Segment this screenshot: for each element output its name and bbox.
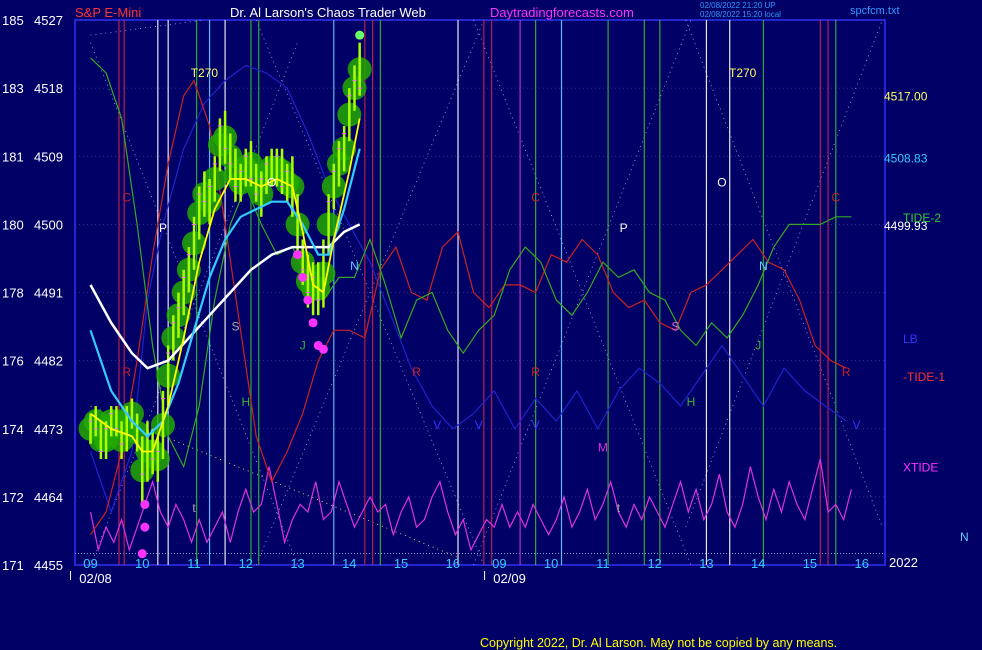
event-marker: C xyxy=(531,191,540,205)
pivot-dot xyxy=(140,499,150,509)
y-tick-label-right: 4455 xyxy=(34,558,63,573)
y-tick-label-left: 172 xyxy=(2,490,24,505)
x-tick-label: 15 xyxy=(394,556,408,571)
event-marker: J xyxy=(755,338,761,352)
timestamp-utc: 02/08/2022 21:20 UP xyxy=(700,1,776,10)
y-tick-label-left: 174 xyxy=(2,422,24,437)
y-tick-label-left: 183 xyxy=(2,81,24,96)
channel-line xyxy=(685,19,883,528)
series-label: LB xyxy=(903,332,918,346)
event-marker: J xyxy=(300,338,306,352)
event-marker: t xyxy=(617,501,621,515)
price-level-label: 4517.00 xyxy=(884,90,928,104)
price-chart: 185 4527 183 4518 181 4509 180 4500 178 4491 176 44… xyxy=(2,13,945,586)
y-tick-label-left: 185 xyxy=(2,13,24,28)
x-tick-label: 16 xyxy=(854,556,868,571)
timestamp-local: 02/08/2022 15:20 local xyxy=(700,10,781,19)
x-tick-label: 12 xyxy=(239,556,253,571)
y-tick-label-left: 180 xyxy=(2,217,24,232)
event-marker: C xyxy=(122,191,131,205)
series-lb xyxy=(89,64,847,514)
event-marker: V xyxy=(433,418,441,432)
y-tick-label-right: 4482 xyxy=(34,354,63,369)
event-marker: C xyxy=(831,191,840,205)
site-title: Dr. Al Larson's Chaos Trader Web xyxy=(230,5,426,20)
channel-line xyxy=(473,19,692,566)
x-tick-label: 09 xyxy=(83,556,97,571)
series-tide2 xyxy=(90,57,852,469)
event-marker: P xyxy=(159,221,167,235)
event-marker: R xyxy=(122,365,131,379)
event-marker: S xyxy=(231,319,239,333)
y-tick-label-left: 181 xyxy=(2,149,24,164)
x-tick-label: 11 xyxy=(187,556,201,571)
y-tick-label-left: 171 xyxy=(2,558,24,573)
pivot-dot xyxy=(293,250,303,260)
pivot-dot xyxy=(355,30,365,40)
series-label: -TIDE-1 xyxy=(903,370,945,384)
y-tick-label-left: 176 xyxy=(2,354,24,369)
y-tick-label-left: 178 xyxy=(2,286,24,301)
y-tick-label-right: 4527 xyxy=(34,13,63,28)
event-marker: V xyxy=(853,418,861,432)
series-label: TIDE-2 xyxy=(903,211,941,225)
y-tick-label-right: 4500 xyxy=(34,217,63,232)
event-marker: N xyxy=(759,259,768,273)
corner-label: N xyxy=(960,530,969,544)
x-tick-label: 12 xyxy=(647,556,661,571)
event-marker: H xyxy=(687,395,696,409)
event-marker: V xyxy=(532,418,540,432)
chart-stage: 185 4527 183 4518 181 4509 180 4500 178 4491 176 44… xyxy=(0,0,982,650)
pivot-dot xyxy=(308,318,318,328)
y-tick-label-right: 4473 xyxy=(34,422,63,437)
x-tick-label: 15 xyxy=(803,556,817,571)
copyright-notice: Copyright 2022, Dr. Al Larson. May not b… xyxy=(480,636,838,650)
x-tick-label: 09 xyxy=(492,556,506,571)
event-marker: T270 xyxy=(191,66,219,80)
series-label: XTIDE xyxy=(903,461,938,475)
channel-line xyxy=(473,19,692,566)
pivot-dot xyxy=(298,272,308,282)
pivot-dot xyxy=(318,344,328,354)
x-tick-label: 14 xyxy=(342,556,356,571)
x-tick-label: 14 xyxy=(751,556,765,571)
data-filename: spcfcm.txt xyxy=(850,5,900,17)
price-level-label: 4508.83 xyxy=(884,152,928,166)
event-marker: R xyxy=(842,365,851,379)
event-marker: R xyxy=(412,365,421,379)
y-tick-label-right: 4491 xyxy=(34,286,63,301)
x-tick-label: 16 xyxy=(446,556,460,571)
x-tick-label: 13 xyxy=(290,556,304,571)
y-tick-label-right: 4518 xyxy=(34,81,63,96)
event-marker: O xyxy=(717,176,726,190)
series-tide1 xyxy=(90,79,847,536)
event-marker: P xyxy=(620,221,628,235)
event-marker: V xyxy=(475,418,483,432)
x-tick-label: 11 xyxy=(596,556,610,571)
x-tick-label: 10 xyxy=(544,556,558,571)
series-xtide xyxy=(89,458,852,553)
url-link[interactable]: Daytradingforecasts.com xyxy=(490,5,634,20)
event-marker: N xyxy=(350,259,359,273)
year-label: 2022 xyxy=(889,555,918,570)
date-label: 02/09 xyxy=(493,571,526,586)
event-marker: T270 xyxy=(729,66,757,80)
channel-line xyxy=(685,19,883,528)
event-marker: M xyxy=(598,440,608,454)
x-tick-label: 10 xyxy=(135,556,149,571)
event-marker: t xyxy=(192,501,196,515)
channel-line xyxy=(90,19,205,36)
event-marker: H xyxy=(241,395,250,409)
event-marker: O xyxy=(267,176,276,190)
event-marker: R xyxy=(531,365,540,379)
date-label: 02/08 xyxy=(79,571,112,586)
y-tick-label-right: 4464 xyxy=(34,490,63,505)
x-tick-label: 13 xyxy=(699,556,713,571)
y-tick-label-right: 4509 xyxy=(34,149,63,164)
pivot-dot xyxy=(140,522,150,532)
channel-line xyxy=(255,19,485,566)
symbol-title: S&P E-Mini xyxy=(75,5,142,20)
event-marker: S xyxy=(671,319,679,333)
pivot-dot xyxy=(303,295,313,305)
